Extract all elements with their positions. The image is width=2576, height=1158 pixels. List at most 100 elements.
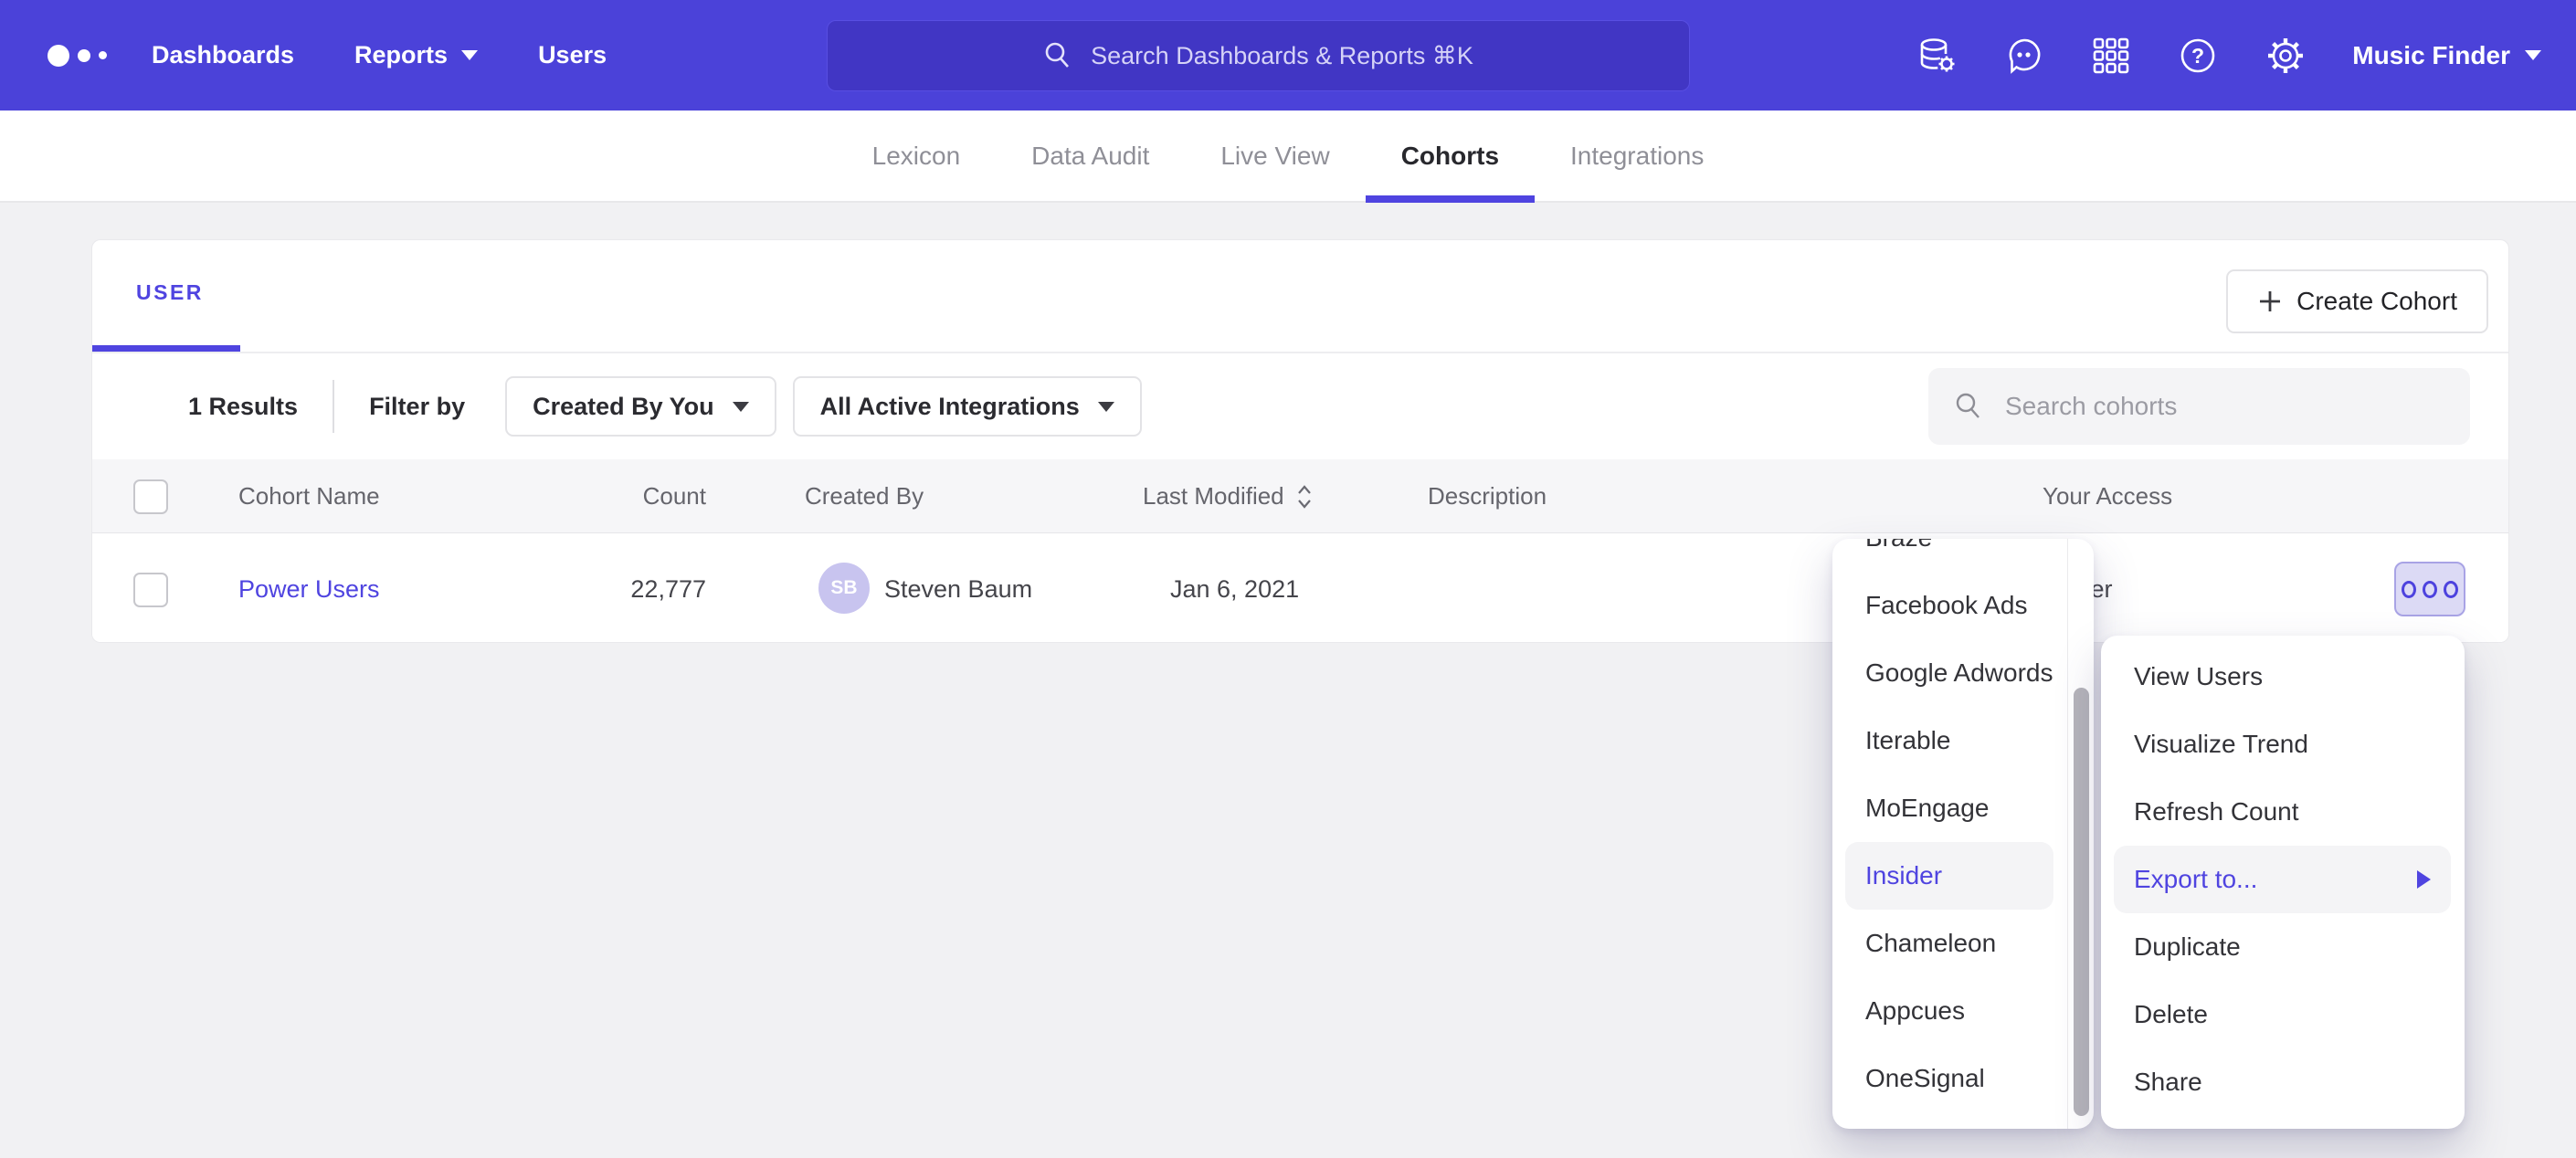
svg-text:?: ? (2191, 44, 2204, 68)
tab-lexicon[interactable]: Lexicon (837, 111, 997, 201)
filter-by-label: Filter by (369, 393, 465, 421)
cohorts-toolbar: 1 Results Filter by Created By You All A… (92, 353, 2508, 459)
create-cohort-label: Create Cohort (2296, 287, 2457, 316)
cohorts-card: USER Create Cohort 1 Results Filter by C… (91, 239, 2509, 643)
export-to-label: Export to... (2134, 865, 2257, 893)
column-cohort-name: Cohort Name (238, 482, 380, 511)
menu-item-refresh-count[interactable]: Refresh Count (2101, 778, 2465, 846)
integrations-filter-value: All Active Integrations (820, 393, 1080, 421)
search-icon (1043, 41, 1072, 70)
menu-item-google-adwords[interactable]: Google Adwords (1832, 639, 2067, 707)
scrollbar-track-divider (2067, 539, 2068, 1129)
menu-item-onesignal[interactable]: OneSignal (1832, 1045, 2067, 1112)
nav-users-label: Users (538, 41, 607, 69)
nav-reports[interactable]: Reports (354, 41, 478, 69)
nav-reports-label: Reports (354, 41, 448, 69)
menu-item-view-users[interactable]: View Users (2101, 643, 2465, 711)
row-actions-button[interactable] (2394, 562, 2465, 616)
export-submenu: Braze Facebook Ads Google Adwords Iterab… (1832, 539, 2094, 1129)
menu-item-delete[interactable]: Delete (2101, 981, 2465, 1048)
settings-button[interactable] (2265, 35, 2307, 77)
menu-item-visualize-trend[interactable]: Visualize Trend (2101, 711, 2465, 778)
logo-dot-large (48, 45, 69, 67)
sort-icon (1295, 483, 1314, 511)
global-search-input[interactable]: Search Dashboards & Reports ⌘K (827, 20, 1690, 91)
brand-logo-icon[interactable] (48, 45, 128, 67)
column-last-modified-label: Last Modified (1143, 482, 1284, 511)
export-submenu-list: Braze Facebook Ads Google Adwords Iterab… (1832, 539, 2067, 1112)
card-header: USER Create Cohort (92, 240, 2508, 353)
feedback-button[interactable] (2003, 35, 2045, 77)
cohorts-page: Dashboards Reports Users Search Dashboar… (0, 0, 2576, 1158)
menu-item-iterable[interactable]: Iterable (1832, 707, 2067, 774)
chevron-down-icon (461, 50, 478, 60)
created-by-filter[interactable]: Created By You (505, 376, 776, 437)
ellipsis-dot (2402, 581, 2416, 598)
secondary-tabbar: Lexicon Data Audit Live View Cohorts Int… (0, 111, 2576, 203)
create-cohort-button[interactable]: Create Cohort (2226, 269, 2488, 333)
tab-user[interactable]: USER (136, 280, 204, 305)
nav-dashboards-label: Dashboards (152, 41, 294, 69)
cohort-count: 22,777 (523, 575, 706, 604)
data-management-button[interactable] (1916, 35, 1958, 77)
ellipsis-dot (2444, 581, 2458, 598)
menu-item-insider[interactable]: Insider (1845, 842, 2053, 910)
active-tab-underline (92, 345, 240, 352)
menu-item-facebook-ads[interactable]: Facebook Ads (1832, 572, 2067, 639)
row-context-menu: View Users Visualize Trend Refresh Count… (2101, 636, 2465, 1129)
menu-item-moengage[interactable]: MoEngage (1832, 774, 2067, 842)
column-count: Count (523, 482, 706, 511)
project-switcher[interactable]: Music Finder (2352, 41, 2541, 70)
submenu-arrow-icon (2417, 870, 2431, 889)
menu-item-duplicate[interactable]: Duplicate (2101, 913, 2465, 981)
menu-item-share[interactable]: Share (2101, 1048, 2465, 1116)
nav-users[interactable]: Users (538, 41, 607, 69)
divider (333, 380, 334, 433)
settings-icon (2265, 35, 2307, 77)
apps-grid-button[interactable] (2091, 36, 2131, 76)
cohort-search-input[interactable] (2003, 391, 2470, 422)
cohort-name-link[interactable]: Power Users (238, 575, 380, 604)
chevron-down-icon (733, 402, 749, 412)
plus-icon (2257, 289, 2283, 314)
nav-dashboards[interactable]: Dashboards (152, 41, 294, 69)
logo-dot-small (99, 51, 107, 59)
help-button[interactable]: ? (2177, 35, 2219, 77)
column-created-by: Created By (805, 482, 924, 511)
tab-cohorts[interactable]: Cohorts (1366, 111, 1535, 201)
column-your-access: Your Access (2043, 482, 2172, 511)
tab-live-view[interactable]: Live View (1185, 111, 1365, 201)
row-checkbox[interactable] (133, 573, 168, 607)
help-icon: ? (2177, 35, 2219, 77)
topbar: Dashboards Reports Users Search Dashboar… (0, 0, 2576, 111)
project-name: Music Finder (2352, 41, 2510, 70)
table-row: Power Users 22,777 SB Steven Baum Jan 6,… (92, 533, 2508, 643)
select-all-checkbox[interactable] (133, 479, 168, 514)
column-last-modified[interactable]: Last Modified (1143, 482, 1314, 511)
column-description: Description (1428, 482, 1547, 511)
tab-integrations[interactable]: Integrations (1535, 111, 1739, 201)
avatar: SB (818, 563, 870, 614)
data-management-icon (1916, 35, 1958, 77)
menu-item-export-to[interactable]: Export to... (2114, 846, 2451, 913)
results-count: 1 Results (188, 393, 298, 421)
table-header: Cohort Name Count Created By Last Modifi… (92, 459, 2508, 533)
global-search-placeholder: Search Dashboards & Reports ⌘K (1091, 42, 1473, 70)
apps-grid-icon (2091, 36, 2131, 76)
menu-item-braze[interactable]: Braze (1832, 539, 2067, 572)
scrollbar-thumb[interactable] (2074, 688, 2089, 1116)
menu-item-chameleon[interactable]: Chameleon (1832, 910, 2067, 977)
feedback-icon (2003, 35, 2045, 77)
cohort-search (1928, 368, 2470, 445)
logo-dot-medium (78, 49, 90, 62)
primary-nav: Dashboards Reports Users (152, 41, 607, 69)
chevron-down-icon (1098, 402, 1114, 412)
created-by-name: Steven Baum (884, 575, 1032, 604)
topbar-actions: ? Music Finder (1916, 0, 2541, 111)
tab-data-audit[interactable]: Data Audit (996, 111, 1185, 201)
chevron-down-icon (2525, 50, 2541, 60)
menu-item-appcues[interactable]: Appcues (1832, 977, 2067, 1045)
search-icon (1954, 392, 1983, 421)
integrations-filter[interactable]: All Active Integrations (793, 376, 1142, 437)
ellipsis-dot (2423, 581, 2437, 598)
